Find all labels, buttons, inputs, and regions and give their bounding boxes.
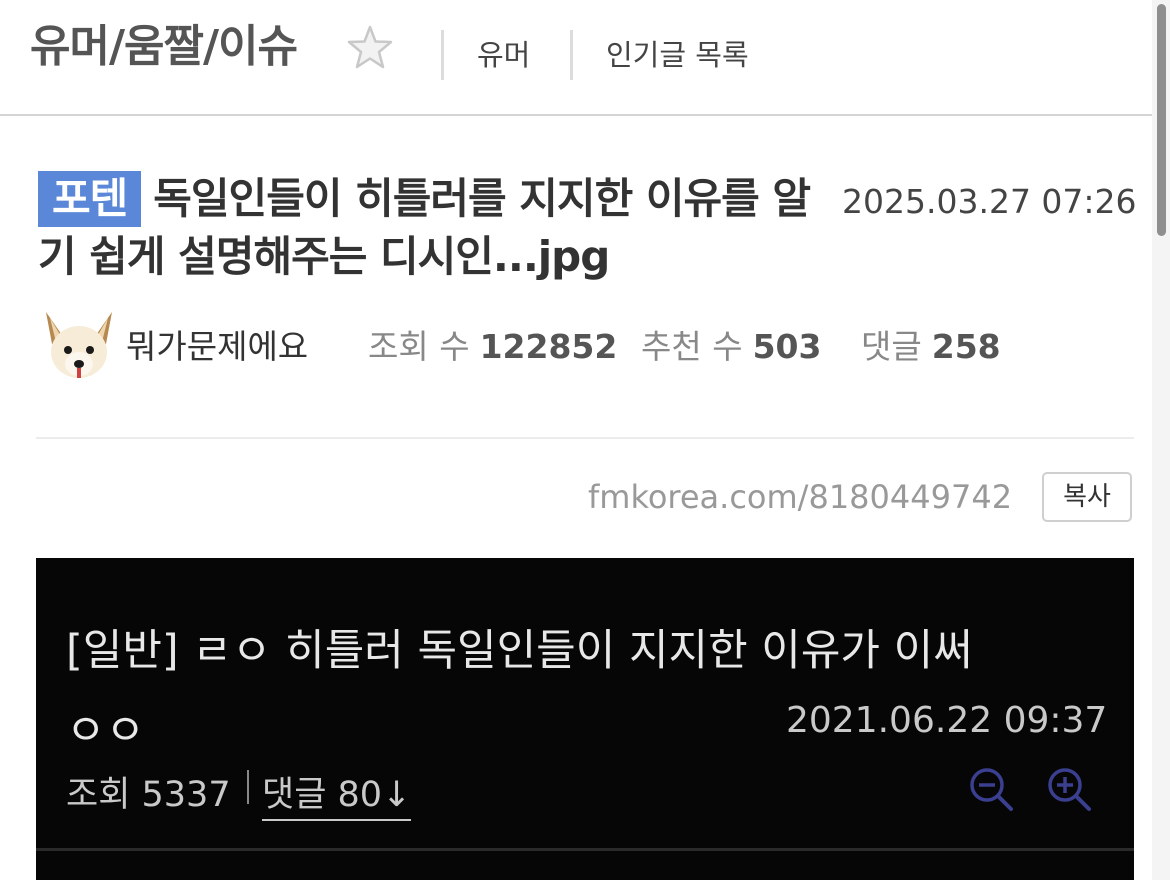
copy-url-button[interactable]: 복사 (1042, 472, 1132, 522)
post-title: 포텐 독일인들이 히틀러를 지지한 이유를 알기 쉽게 설명해주는 디시인...j… (38, 170, 828, 286)
post-date: 2025.03.27 07:26 (842, 182, 1137, 221)
post-title-text: 독일인들이 히틀러를 지지한 이유를 알기 쉽게 설명해주는 디시인...jpg (38, 174, 811, 281)
embedded-views: 조회 5337 (66, 775, 231, 815)
nav-link-humor[interactable]: 유머 (477, 32, 530, 74)
star-icon[interactable] (346, 24, 394, 70)
embedded-title-continued: ㅇㅇ (66, 706, 146, 756)
nav-divider (570, 30, 573, 80)
scrollbar[interactable] (1152, 0, 1170, 880)
zoom-out-icon (970, 768, 1013, 811)
embedded-divider (247, 770, 249, 804)
board-title[interactable]: 유머/움짤/이슈 (30, 10, 298, 74)
author-name[interactable]: 뭐가문제에요 (126, 320, 308, 368)
nav-divider (441, 30, 444, 80)
view-count: 조회 수 122852 (368, 327, 618, 366)
nav-link-popular-list[interactable]: 인기글 목록 (606, 32, 749, 74)
zoom-in-icon (1048, 768, 1091, 811)
recommend-count: 추천 수 503 (641, 327, 822, 366)
embedded-divider-line (36, 848, 1134, 851)
board-header: 유머/움짤/이슈 유머 인기글 목록 (0, 0, 1152, 116)
scrollbar-thumb[interactable] (1157, 4, 1166, 236)
embedded-comments: 댓글 80↓ (262, 766, 412, 821)
popular-badge: 포텐 (38, 171, 142, 227)
comment-count[interactable]: 댓글 258 (861, 320, 1001, 368)
divider (36, 437, 1134, 439)
embedded-date: 2021.06.22 09:37 (786, 700, 1108, 741)
post-image: [일반] ㄹㅇ 히틀러 독일인들이 지지한 이유가 이써 ㅇㅇ 2021.06.… (36, 558, 1134, 880)
embedded-title: [일반] ㄹㅇ 히틀러 독일인들이 지지한 이유가 이써 (66, 626, 973, 676)
avatar[interactable] (42, 308, 116, 382)
post-url[interactable]: fmkorea.com/8180449742 (588, 478, 1012, 516)
